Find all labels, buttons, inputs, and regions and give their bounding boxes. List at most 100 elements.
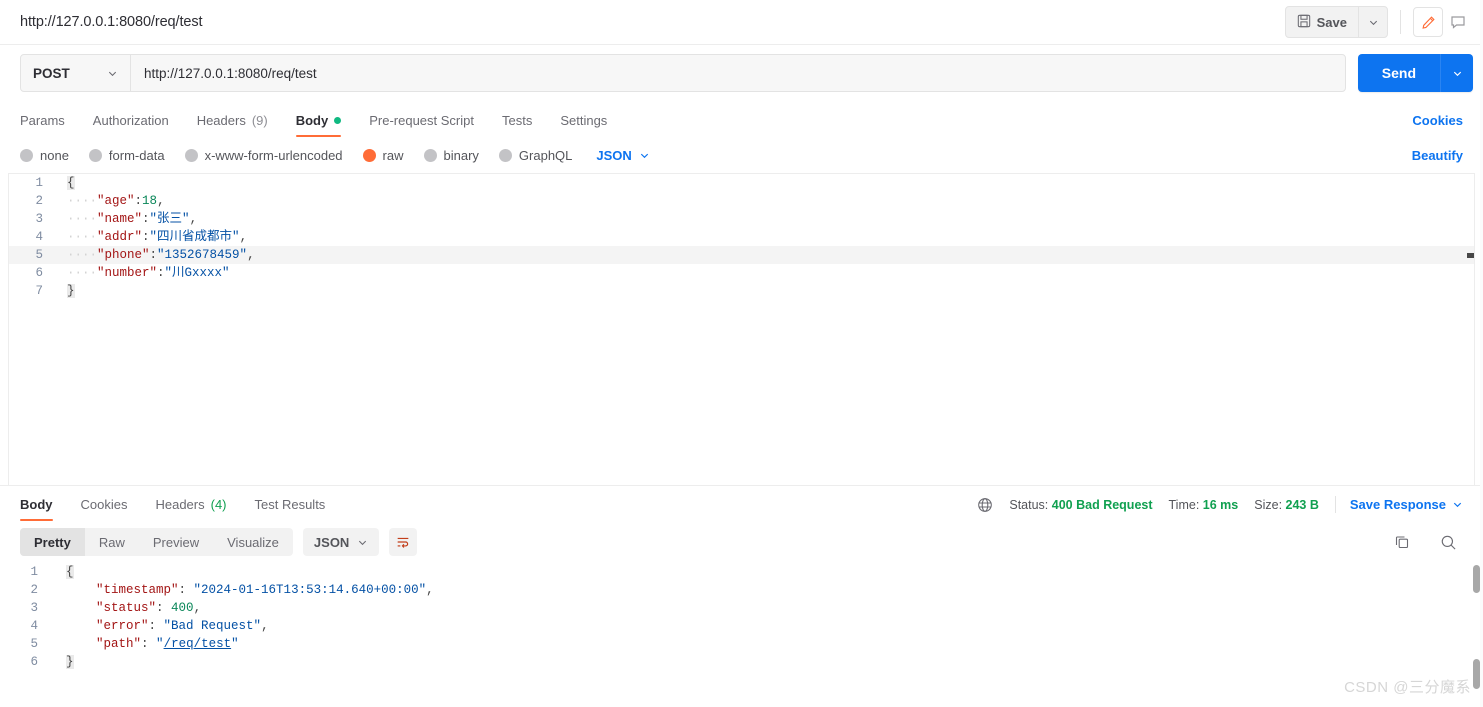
tab-count: (9) (251, 113, 268, 128)
send-dropdown-button[interactable] (1440, 54, 1473, 92)
request-body-code[interactable]: 1{2 ····"age":18, 3 ····"name":"张三", 4 ····"a… (9, 174, 1474, 300)
response-tab-body[interactable]: Body (20, 497, 53, 521)
comments-button[interactable] (1443, 7, 1473, 37)
tab-pre-request-script[interactable]: Pre-request Script (369, 113, 474, 137)
top-bar-actions: Save (1284, 6, 1473, 38)
response-view-preview[interactable]: Preview (139, 528, 213, 556)
save-response-button[interactable]: Save Response (1350, 497, 1463, 512)
response-toolbar: Pretty Raw Preview Visualize JSON (0, 521, 1483, 563)
token-punc: , (261, 619, 269, 633)
response-network-button[interactable] (977, 497, 993, 513)
tab-body[interactable]: Body (295, 113, 342, 137)
url-input-value: http://127.0.0.1:8080/req/test (144, 65, 317, 81)
token-num: 18 (142, 194, 158, 208)
tab-label: Authorization (92, 113, 169, 128)
edit-request-button[interactable] (1413, 7, 1443, 37)
request-body-format-select[interactable]: JSON (596, 148, 649, 163)
response-tab-test-results[interactable]: Test Results (255, 497, 326, 521)
wrap-lines-button[interactable] (389, 528, 418, 556)
chevron-down-icon (359, 540, 367, 545)
response-meta: Status: 400 Bad Request Time: 16 ms Size… (977, 496, 1463, 521)
token-key: "age" (97, 194, 135, 208)
token-punc (66, 583, 96, 597)
code-text: } (53, 282, 75, 300)
comment-icon (1451, 16, 1465, 29)
radio-icon (423, 148, 437, 162)
tab-label: Settings (560, 113, 608, 128)
radio-icon (498, 148, 512, 162)
token-key: "phone" (97, 248, 150, 262)
response-body-editor[interactable]: 1{2 "timestamp": "2024-01-16T13:53:14.64… (0, 563, 1483, 691)
body-type-label: GraphQL (518, 147, 573, 163)
tab-tests[interactable]: Tests (502, 113, 532, 137)
token-key: "status" (96, 601, 157, 615)
wrap-lines-icon (397, 537, 409, 548)
token-indent: ···· (67, 248, 98, 262)
code-line: 4 ····"addr":"四川省成都市", (9, 228, 1474, 246)
token-punc: , (239, 230, 248, 244)
response-view-raw[interactable]: Raw (85, 528, 139, 556)
tab-count: (4) (210, 497, 227, 512)
token-indent: ···· (67, 194, 98, 208)
tab-authorization[interactable]: Authorization (93, 113, 169, 137)
response-vertical-scrollbar-top[interactable] (1473, 565, 1480, 593)
response-body-code: 1{2 "timestamp": "2024-01-16T13:53:14.64… (0, 563, 1483, 671)
copy-response-button[interactable] (1387, 527, 1417, 557)
tab-label: Body (20, 497, 53, 512)
tab-params[interactable]: Params (20, 113, 65, 137)
token-punc: : (142, 212, 150, 226)
send-button[interactable]: Send (1358, 54, 1440, 92)
body-type-graphql[interactable]: GraphQL (498, 147, 573, 163)
save-button-label: Save (1316, 14, 1347, 30)
tab-settings[interactable]: Settings (560, 113, 607, 137)
response-view-pretty[interactable]: Pretty (20, 528, 85, 556)
copy-icon (1395, 536, 1409, 549)
body-type-none[interactable]: none (20, 148, 69, 163)
token-link[interactable]: /req/test (164, 637, 232, 651)
body-type-form-data[interactable]: form-data (88, 148, 165, 163)
beautify-link[interactable]: Beautify (1412, 148, 1463, 163)
floppy-disk-icon (1297, 14, 1311, 31)
request-editor-horizontal-scrollbar[interactable] (1467, 253, 1474, 258)
chevron-down-icon (640, 153, 648, 158)
http-method-select[interactable]: POST (21, 55, 131, 91)
code-text: ····"age":18, (53, 192, 165, 210)
body-type-label: none (40, 147, 69, 163)
request-body-editor[interactable]: 1{2 ····"age":18, 3 ····"name":"张三", 4 ····"a… (8, 173, 1475, 485)
status-badge: Status: 400 Bad Request (1009, 498, 1152, 512)
token-brace: { (67, 176, 75, 190)
token-punc: : (148, 619, 164, 633)
token-brace: } (67, 284, 75, 298)
response-tab-headers[interactable]: Headers (4) (155, 497, 226, 521)
line-number: 5 (30, 637, 38, 651)
line-number: 1 (35, 176, 43, 190)
body-type-label: binary (443, 147, 479, 163)
token-key: "number" (97, 266, 158, 280)
search-response-button[interactable] (1433, 527, 1463, 557)
token-str: "1352678459" (157, 248, 248, 262)
code-line: 2 "timestamp": "2024-01-16T13:53:14.640+… (0, 581, 1483, 599)
cookies-link[interactable]: Cookies (1412, 113, 1463, 137)
search-icon (1441, 535, 1456, 550)
line-number: 3 (35, 212, 43, 226)
body-type-raw[interactable]: raw (362, 148, 404, 163)
tab-headers[interactable]: Headers (9) (197, 113, 268, 137)
response-tab-cookies[interactable]: Cookies (81, 497, 128, 521)
save-dropdown-button[interactable] (1358, 7, 1387, 37)
body-type-binary[interactable]: binary (423, 147, 479, 163)
response-view-visualize[interactable]: Visualize (213, 528, 293, 556)
code-text: } (50, 653, 74, 671)
code-line: 7} (9, 282, 1474, 300)
response-format-select[interactable]: JSON (302, 528, 380, 556)
code-line: 6 ····"number":"川Gxxxx" (9, 264, 1474, 282)
tab-label: Test Results (254, 497, 326, 512)
http-method-label: POST (33, 65, 70, 81)
body-type-x-www-form-urlencoded[interactable]: x-www-form-urlencoded (184, 148, 343, 163)
response-vertical-scrollbar-bottom[interactable] (1473, 659, 1480, 689)
save-button[interactable]: Save (1286, 7, 1358, 37)
code-line: 3 ····"name":"张三", (9, 210, 1474, 228)
url-input[interactable]: http://127.0.0.1:8080/req/test (131, 55, 1345, 91)
code-text: ····"name":"张三", (53, 210, 197, 228)
code-text: { (50, 563, 74, 581)
status-value: 400 Bad Request (1051, 497, 1153, 512)
